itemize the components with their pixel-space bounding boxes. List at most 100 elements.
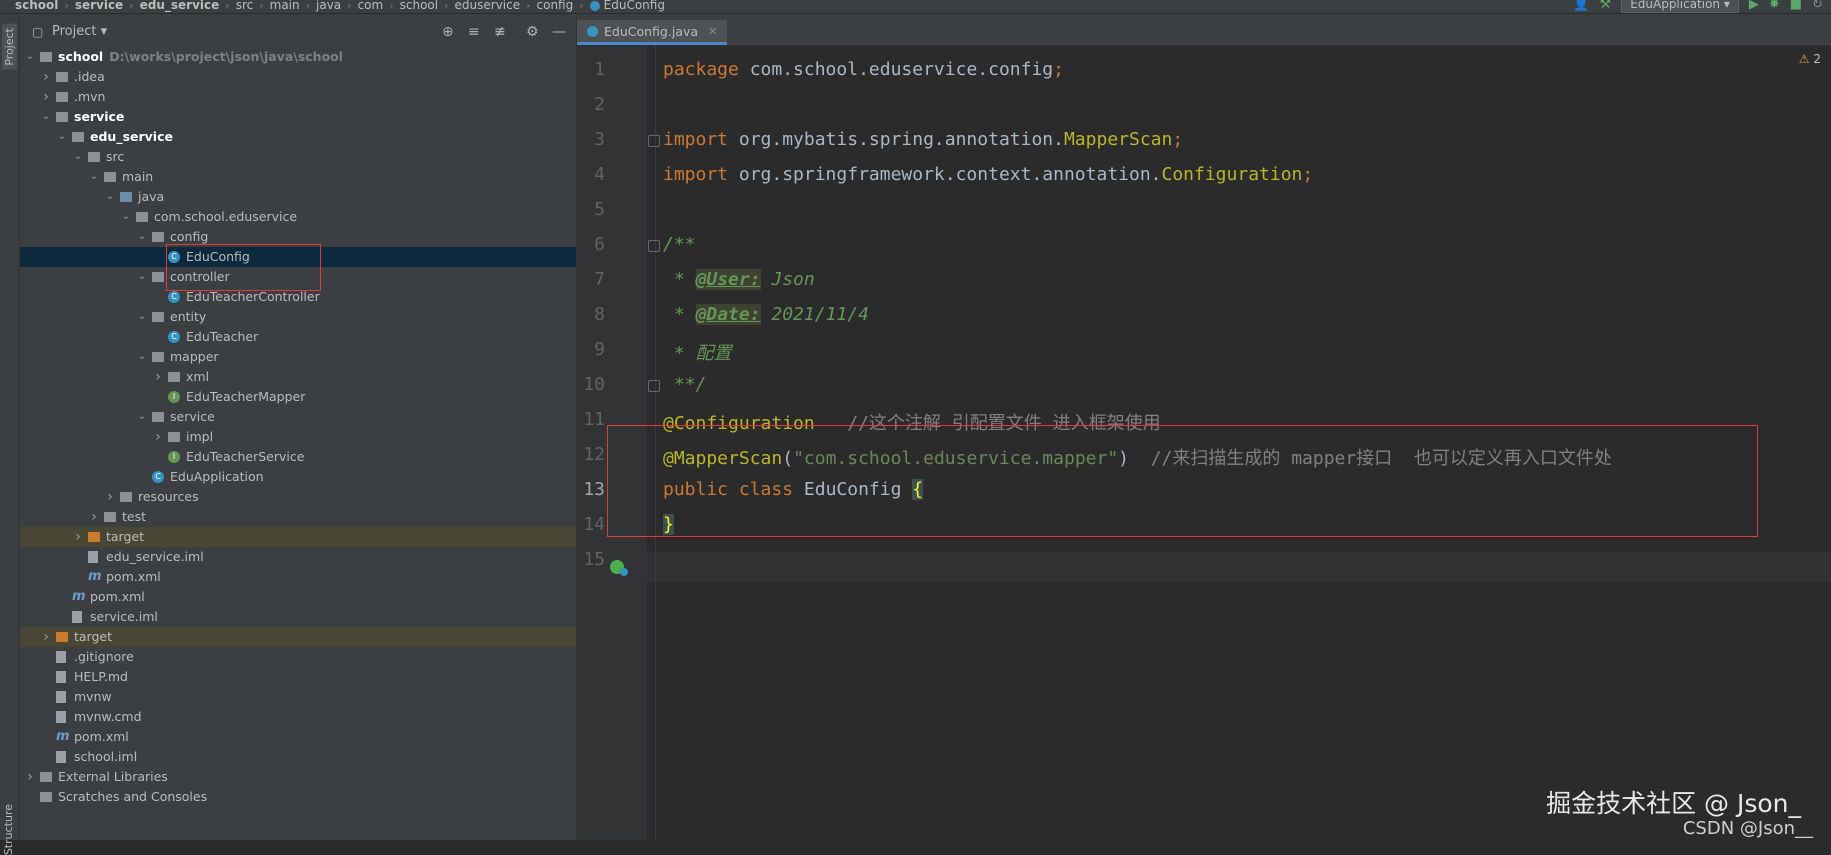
run-icon[interactable]: ▶	[1749, 0, 1759, 12]
project-tool-window-tab[interactable]: Project	[2, 24, 17, 70]
tree-item[interactable]: › .idea	[20, 67, 576, 87]
tree-item[interactable]: C EduTeacher	[20, 327, 576, 347]
breadcrumb-item[interactable]: EduConfig	[587, 0, 668, 12]
tree-item[interactable]: › test	[20, 507, 576, 527]
debug-icon[interactable]: ✸	[1769, 0, 1780, 12]
fold-marker-icon[interactable]	[648, 135, 660, 147]
tree-item[interactable]: ⌄ service	[20, 107, 576, 127]
breadcrumb-item[interactable]: eduservice	[452, 0, 524, 12]
expand-all-icon[interactable]: ≡	[468, 24, 480, 40]
coverage-icon[interactable]: ■	[1790, 0, 1802, 12]
chevron-right-icon[interactable]: ›	[40, 627, 52, 647]
tree-item[interactable]: ⌄ src	[20, 147, 576, 167]
tree-item[interactable]: ⌄ java	[20, 187, 576, 207]
user-icon[interactable]: 👤	[1573, 0, 1589, 12]
tree-item[interactable]: m pom.xml	[20, 587, 576, 607]
chevron-right-icon[interactable]: ›	[40, 87, 52, 107]
chevron-down-icon[interactable]: ⌄	[56, 127, 68, 147]
chevron-down-icon[interactable]: ⌄	[120, 207, 132, 227]
tree-item[interactable]: ⌄ school D:\works\project\json\java\school	[20, 47, 576, 67]
chevron-right-icon[interactable]: ›	[152, 427, 164, 447]
tree-item[interactable]: I EduTeacherMapper	[20, 387, 576, 407]
chevron-down-icon[interactable]: ⌄	[24, 47, 36, 67]
breadcrumb-item[interactable]: main	[267, 0, 303, 12]
code-line[interactable]: **/	[663, 374, 707, 395]
tree-item[interactable]: school.iml	[20, 747, 576, 767]
profile-icon[interactable]: ↻	[1812, 0, 1823, 12]
tree-item[interactable]: Scratches and Consoles	[20, 787, 576, 807]
breadcrumb-item[interactable]: src	[233, 0, 257, 12]
project-view-select[interactable]: Project ▾	[52, 24, 107, 39]
build-hammer-icon[interactable]: ⚒	[1600, 0, 1612, 12]
settings-gear-icon[interactable]: ⚙	[526, 24, 539, 40]
tree-item[interactable]: HELP.md	[20, 667, 576, 687]
tree-item[interactable]: m pom.xml	[20, 567, 576, 587]
chevron-right-icon[interactable]: ›	[40, 67, 52, 87]
chevron-down-icon[interactable]: ⌄	[136, 347, 148, 367]
tree-item[interactable]: ⌄ service	[20, 407, 576, 427]
tree-item[interactable]: ⌄ com.school.eduservice	[20, 207, 576, 227]
code-line[interactable]: package com.school.eduservice.config;	[663, 59, 1064, 80]
tree-item[interactable]: service.iml	[20, 607, 576, 627]
tree-item[interactable]: ⌄ mapper	[20, 347, 576, 367]
breadcrumb-item[interactable]: service	[72, 0, 126, 12]
tree-item[interactable]: ⌄ entity	[20, 307, 576, 327]
close-icon[interactable]: ✕	[708, 25, 717, 38]
code-line[interactable]: /**	[663, 234, 696, 255]
breadcrumb-separator: ›	[389, 0, 394, 12]
project-panel: ▢ Project ▾ ⊕ ≡ ≢ ⚙ — ⌄ school D:\works\pr…	[20, 14, 577, 840]
tree-item[interactable]: C EduApplication	[20, 467, 576, 487]
chevron-right-icon[interactable]: ›	[24, 767, 36, 787]
fold-marker-icon[interactable]	[648, 240, 660, 252]
editor-tab[interactable]: EduConfig.java ✕	[577, 20, 728, 45]
chevron-right-icon[interactable]: ›	[152, 367, 164, 387]
tree-item[interactable]: mvnw	[20, 687, 576, 707]
tree-item[interactable]: ⌄ edu_service	[20, 127, 576, 147]
structure-tool-window-tab[interactable]: Structure	[2, 804, 15, 855]
breadcrumb-item[interactable]: java	[313, 0, 344, 12]
tree-item[interactable]: › target	[20, 527, 576, 547]
tree-item[interactable]: › resources	[20, 487, 576, 507]
tree-item[interactable]: ⌄ main	[20, 167, 576, 187]
chevron-down-icon[interactable]: ⌄	[88, 167, 100, 187]
breadcrumb-item[interactable]: school	[397, 0, 441, 12]
tree-item[interactable]: mvnw.cmd	[20, 707, 576, 727]
tree-item[interactable]: › target	[20, 627, 576, 647]
fold-marker-icon[interactable]	[648, 380, 660, 392]
chevron-down-icon[interactable]: ⌄	[136, 407, 148, 427]
locate-icon[interactable]: ⊕	[442, 24, 454, 40]
code-line[interactable]: import org.mybatis.spring.annotation.Map…	[663, 129, 1183, 150]
breadcrumb-item[interactable]: com	[355, 0, 387, 12]
tree-item[interactable]: › External Libraries	[20, 767, 576, 787]
tree-item[interactable]: › impl	[20, 427, 576, 447]
breadcrumb-item[interactable]: edu_service	[137, 0, 223, 12]
hide-panel-icon[interactable]: —	[552, 24, 566, 40]
breadcrumb-item[interactable]: school	[12, 0, 61, 12]
code-line[interactable]: * @User: Json	[663, 269, 815, 290]
chevron-right-icon[interactable]: ›	[72, 527, 84, 547]
spring-bean-icon[interactable]	[620, 568, 628, 576]
code-line[interactable]: * @Date: 2021/11/4	[663, 304, 869, 325]
chevron-down-icon[interactable]: ⌄	[136, 227, 148, 247]
tree-item[interactable]: › .mvn	[20, 87, 576, 107]
code-line[interactable]: * 配置	[663, 339, 732, 365]
chevron-down-icon[interactable]: ⌄	[72, 147, 84, 167]
chevron-down-icon[interactable]: ⌄	[136, 307, 148, 327]
chevron-down-icon[interactable]: ⌄	[136, 267, 148, 287]
code-line[interactable]: import org.springframework.context.annot…	[663, 164, 1313, 185]
chevron-down-icon[interactable]: ⌄	[104, 187, 116, 207]
chevron-down-icon[interactable]: ⌄	[40, 107, 52, 127]
collapse-all-icon[interactable]: ≢	[494, 24, 506, 40]
chevron-right-icon[interactable]: ›	[88, 507, 100, 527]
breadcrumb-item[interactable]: config	[534, 0, 577, 12]
folder-icon	[72, 132, 84, 142]
run-configuration-select[interactable]: EduApplication ▾	[1621, 0, 1739, 13]
chevron-right-icon[interactable]: ›	[104, 487, 116, 507]
tree-item[interactable]: m pom.xml	[20, 727, 576, 747]
tree-item[interactable]: .gitignore	[20, 647, 576, 667]
inspection-widget[interactable]: ⚠ 2	[1799, 52, 1821, 66]
tree-item[interactable]: edu_service.iml	[20, 547, 576, 567]
tree-item[interactable]: › xml	[20, 367, 576, 387]
tree-item[interactable]: I EduTeacherService	[20, 447, 576, 467]
code-token: Configuration	[1161, 164, 1303, 185]
